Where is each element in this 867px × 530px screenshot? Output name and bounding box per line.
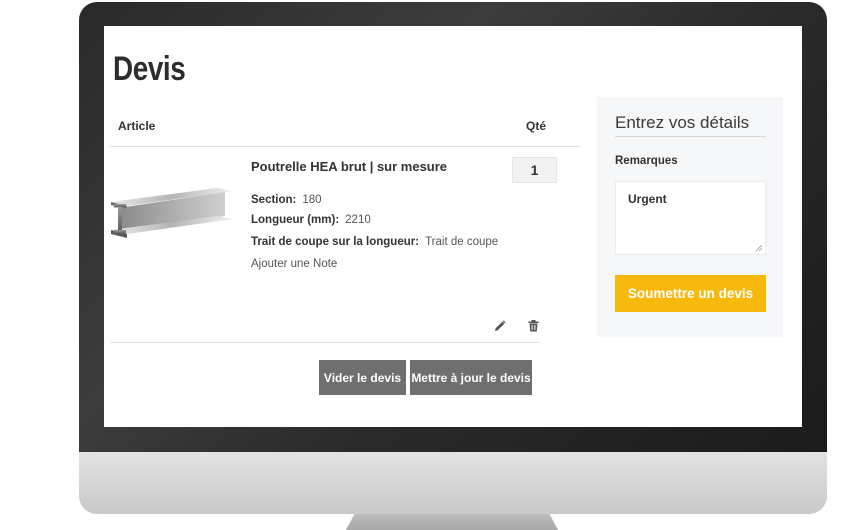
product-name-text: Poutrelle HEA brut | sur mesure xyxy=(251,159,448,174)
details-panel: Entrez vos détails Remarques Urgent Soum… xyxy=(597,97,783,337)
attribute-label: Section: xyxy=(251,194,297,206)
product-image xyxy=(111,188,233,238)
trash-icon[interactable] xyxy=(525,318,541,334)
update-quote-button[interactable]: Mettre à jour le devis xyxy=(410,360,532,395)
add-note-link[interactable]: Ajouter une Note xyxy=(251,258,337,270)
remarks-value: Urgent xyxy=(628,192,667,206)
panel-title: Entrez vos détails xyxy=(615,113,750,132)
resize-handle-icon[interactable] xyxy=(756,245,762,251)
attribute-label: Longueur (mm): xyxy=(251,214,340,226)
submit-quote-button[interactable]: Soumettre un devis xyxy=(615,275,766,312)
attribute-label: Trait de coupe sur la longueur: xyxy=(251,236,420,248)
row-divider xyxy=(110,342,540,343)
remarks-label: Remarques xyxy=(615,155,678,167)
column-header-article: Article xyxy=(118,119,156,133)
pencil-icon[interactable] xyxy=(492,318,508,334)
panel-divider xyxy=(615,136,766,137)
attribute-value: 180 xyxy=(302,194,322,206)
attribute-value: 2210 xyxy=(345,214,371,226)
monitor-chin xyxy=(79,452,827,514)
attribute-section: Section: 180 xyxy=(251,194,322,206)
quantity-input[interactable]: 1 xyxy=(512,157,557,183)
clear-quote-button[interactable]: Vider le devis xyxy=(319,360,406,395)
column-header-qty: Qté xyxy=(526,119,547,133)
product-name[interactable]: Poutrelle HEA brut | sur mesure xyxy=(251,159,447,174)
header-divider xyxy=(110,146,580,147)
remarks-textarea[interactable]: Urgent xyxy=(615,181,766,255)
screen: Devis Article Qté Poutrelle HEA brut | s… xyxy=(104,26,802,427)
page-title: Devis xyxy=(113,50,186,88)
monitor-stand xyxy=(346,514,558,530)
attribute-cut: Trait de coupe sur la longueur: Trait de … xyxy=(251,236,498,248)
attribute-value: Trait de coupe xyxy=(425,236,499,248)
attribute-length: Longueur (mm): 2210 xyxy=(251,214,371,226)
